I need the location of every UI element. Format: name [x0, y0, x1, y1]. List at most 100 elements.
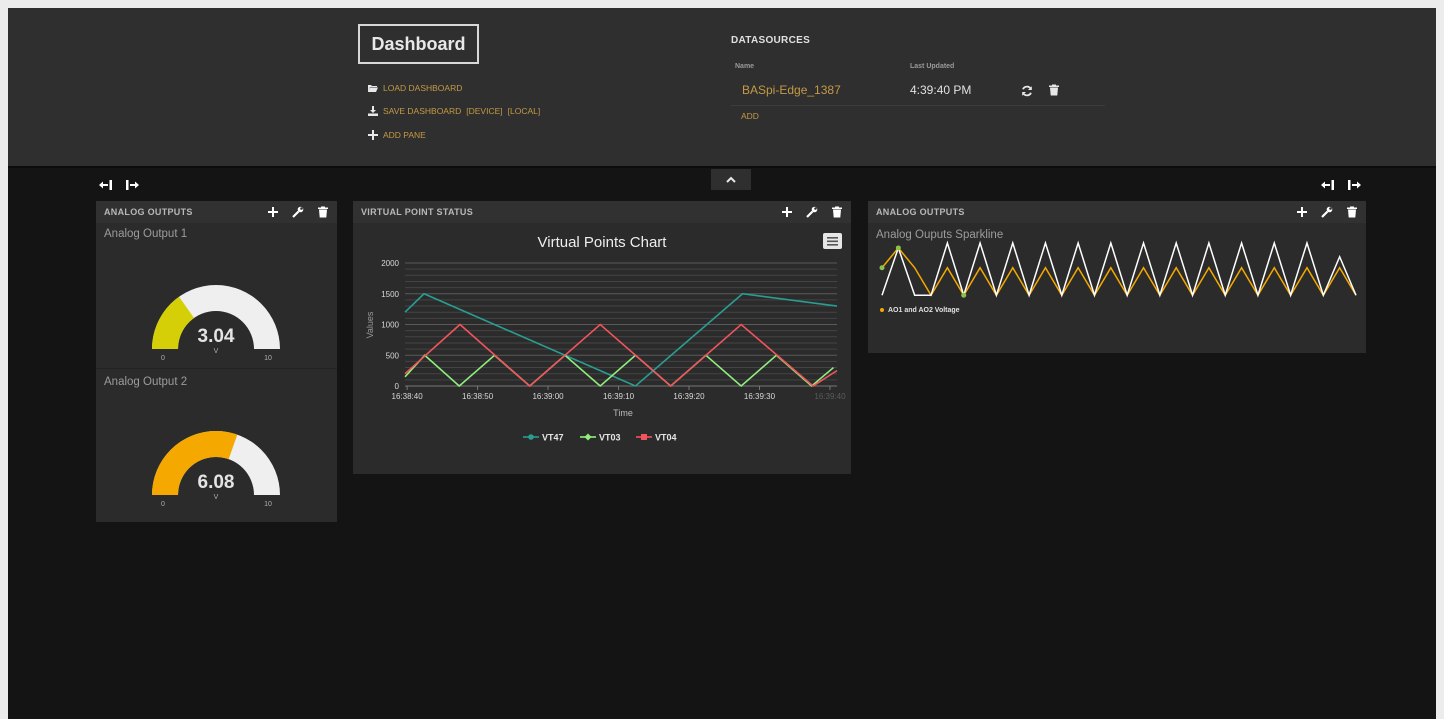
- gauge-min-label: 0: [161, 355, 165, 362]
- datasource-last-updated: 4:39:40 PM: [910, 83, 972, 97]
- gauge-widget: Analog Output 2 6.08 V 0 10: [96, 370, 337, 520]
- analog-outputs-pane: ANALOG OUTPUTS Analog Output 1 3.04 V 0 …: [96, 201, 337, 522]
- datasource-divider: [731, 105, 1105, 106]
- y-tick-label: 2000: [381, 259, 399, 268]
- gauge-min-label: 0: [161, 501, 165, 508]
- gauge-chart: 3.04 V 0 10: [152, 285, 280, 362]
- y-tick-label: 500: [386, 351, 400, 360]
- legend-label: VT03: [599, 433, 621, 443]
- wrench-icon[interactable]: [1321, 206, 1333, 218]
- gauge-max-label: 10: [264, 355, 272, 362]
- sparkline-chart: AO1 and AO2 Voltage: [879, 240, 1357, 314]
- add-widget-icon[interactable]: [1296, 206, 1308, 218]
- x-tick-label: 16:39:40: [814, 392, 846, 401]
- sparkline-line-ao2: [881, 240, 1357, 298]
- x-tick-label: 16:38:50: [462, 392, 494, 401]
- legend-item-vt47[interactable]: VT47: [523, 433, 564, 443]
- x-tick-label: 16:38:40: [392, 392, 424, 401]
- wrench-icon[interactable]: [806, 206, 818, 218]
- y-tick-label: 0: [395, 382, 400, 391]
- add-pane-link[interactable]: ADD PANE: [368, 130, 426, 140]
- right-column-controls: [1321, 179, 1361, 191]
- plus-icon: [368, 130, 378, 140]
- pane-tools: [1296, 206, 1358, 218]
- add-widget-icon[interactable]: [267, 206, 279, 218]
- pane-tools: [781, 206, 843, 218]
- pane-header: ANALOG OUTPUTS: [868, 201, 1366, 223]
- chart-x-label: Time: [613, 408, 633, 418]
- save-device-link[interactable]: [DEVICE]: [466, 106, 502, 116]
- y-tick-label: 1500: [381, 290, 399, 299]
- refresh-icon[interactable]: [1021, 85, 1033, 97]
- series-line-vt03: [404, 354, 834, 388]
- x-tick-label: 16:39:10: [603, 392, 635, 401]
- add-datasource-link[interactable]: ADD: [741, 111, 759, 121]
- x-tick-label: 16:39:00: [532, 392, 564, 401]
- sparkline-legend: AO1 and AO2 Voltage: [888, 307, 960, 314]
- folder-open-icon: [368, 85, 378, 92]
- chart-menu-button[interactable]: [823, 233, 842, 249]
- datasource-updated-header: Last Updated: [910, 63, 955, 70]
- wrench-icon[interactable]: [292, 206, 304, 218]
- legend-label: VT47: [542, 433, 564, 443]
- load-dashboard-label: LOAD DASHBOARD: [383, 83, 463, 93]
- pane-header: VIRTUAL POINT STATUS: [353, 201, 851, 223]
- x-tick-label: 16:39:30: [744, 392, 776, 401]
- chart-legend: VT47 VT03 VT04: [523, 433, 677, 443]
- sparkline-min-marker: [961, 292, 967, 298]
- legend-label: VT04: [655, 433, 677, 443]
- dashboard-app: Dashboard LOAD DASHBOARD SAVE DASHBOARD …: [8, 8, 1436, 719]
- sparkline-max-marker: [895, 245, 901, 251]
- legend-item-vt04[interactable]: VT04: [636, 433, 677, 443]
- x-tick-label: 16:39:20: [673, 392, 705, 401]
- dashboard-title[interactable]: Dashboard: [358, 24, 479, 64]
- save-dashboard-label: SAVE DASHBOARD: [383, 106, 462, 116]
- chart-series: [404, 292, 838, 388]
- shrink-column-icon[interactable]: [1321, 179, 1335, 191]
- sparkline-marker: [879, 265, 885, 271]
- gauge-chart: 6.08 V 0 10: [152, 431, 280, 508]
- legend-item-vt03[interactable]: VT03: [580, 433, 621, 443]
- pane-header: ANALOG OUTPUTS: [96, 201, 337, 223]
- expand-column-icon[interactable]: [125, 179, 139, 191]
- gauge-value: 3.04: [198, 326, 235, 347]
- datasources-title: DATASOURCES: [731, 35, 811, 46]
- series-line-vt47: [404, 292, 838, 387]
- legend-marker: [584, 433, 592, 441]
- gauge-unit: V: [214, 348, 219, 355]
- gauge-widget: Analog Output 1 3.04 V 0 10: [96, 223, 337, 369]
- expand-column-icon[interactable]: [1347, 179, 1361, 191]
- trash-icon[interactable]: [1048, 84, 1060, 96]
- pane-title: ANALOG OUTPUTS: [876, 207, 965, 217]
- sparkline-legend-marker: [880, 308, 884, 312]
- save-dashboard-link[interactable]: SAVE DASHBOARD [DEVICE] [LOCAL]: [368, 106, 540, 116]
- legend-marker: [641, 434, 647, 440]
- pane-title: ANALOG OUTPUTS: [104, 207, 193, 217]
- trash-icon[interactable]: [317, 206, 329, 218]
- chevron-up-icon: [726, 176, 736, 183]
- datasource-name[interactable]: BASpi-Edge_1387: [742, 83, 841, 97]
- add-widget-icon[interactable]: [781, 206, 793, 218]
- left-column-controls: [99, 179, 139, 191]
- chart-x-axis: 16:38:40 16:38:50 16:39:00 16:39:10 16:39:20…: [392, 385, 846, 401]
- sparkline-series: [879, 240, 1357, 298]
- chart-title: Virtual Points Chart: [538, 234, 668, 251]
- chart-y-axis: 0 500 1000 1500 2000: [381, 259, 399, 391]
- y-tick-label: 1000: [381, 321, 399, 330]
- save-local-link[interactable]: [LOCAL]: [508, 106, 541, 116]
- pane-tools: [267, 206, 329, 218]
- trash-icon[interactable]: [831, 206, 843, 218]
- load-dashboard-link[interactable]: LOAD DASHBOARD: [368, 83, 462, 93]
- shrink-column-icon[interactable]: [99, 179, 113, 191]
- chart-y-label: Values: [365, 311, 375, 338]
- datasource-name-header: Name: [735, 63, 755, 70]
- gauge-value: 6.08: [198, 472, 235, 493]
- download-icon: [368, 106, 378, 116]
- dashboard-header: Dashboard LOAD DASHBOARD SAVE DASHBOARD …: [8, 8, 1436, 168]
- pane-title: VIRTUAL POINT STATUS: [361, 207, 474, 217]
- analog-outputs-sparkline-pane: ANALOG OUTPUTS Analog Ouputs Sparkline A…: [868, 201, 1366, 353]
- gauge-max-label: 10: [264, 501, 272, 508]
- gauge-unit: V: [214, 494, 219, 501]
- trash-icon[interactable]: [1346, 206, 1358, 218]
- collapse-header-button[interactable]: [711, 169, 751, 190]
